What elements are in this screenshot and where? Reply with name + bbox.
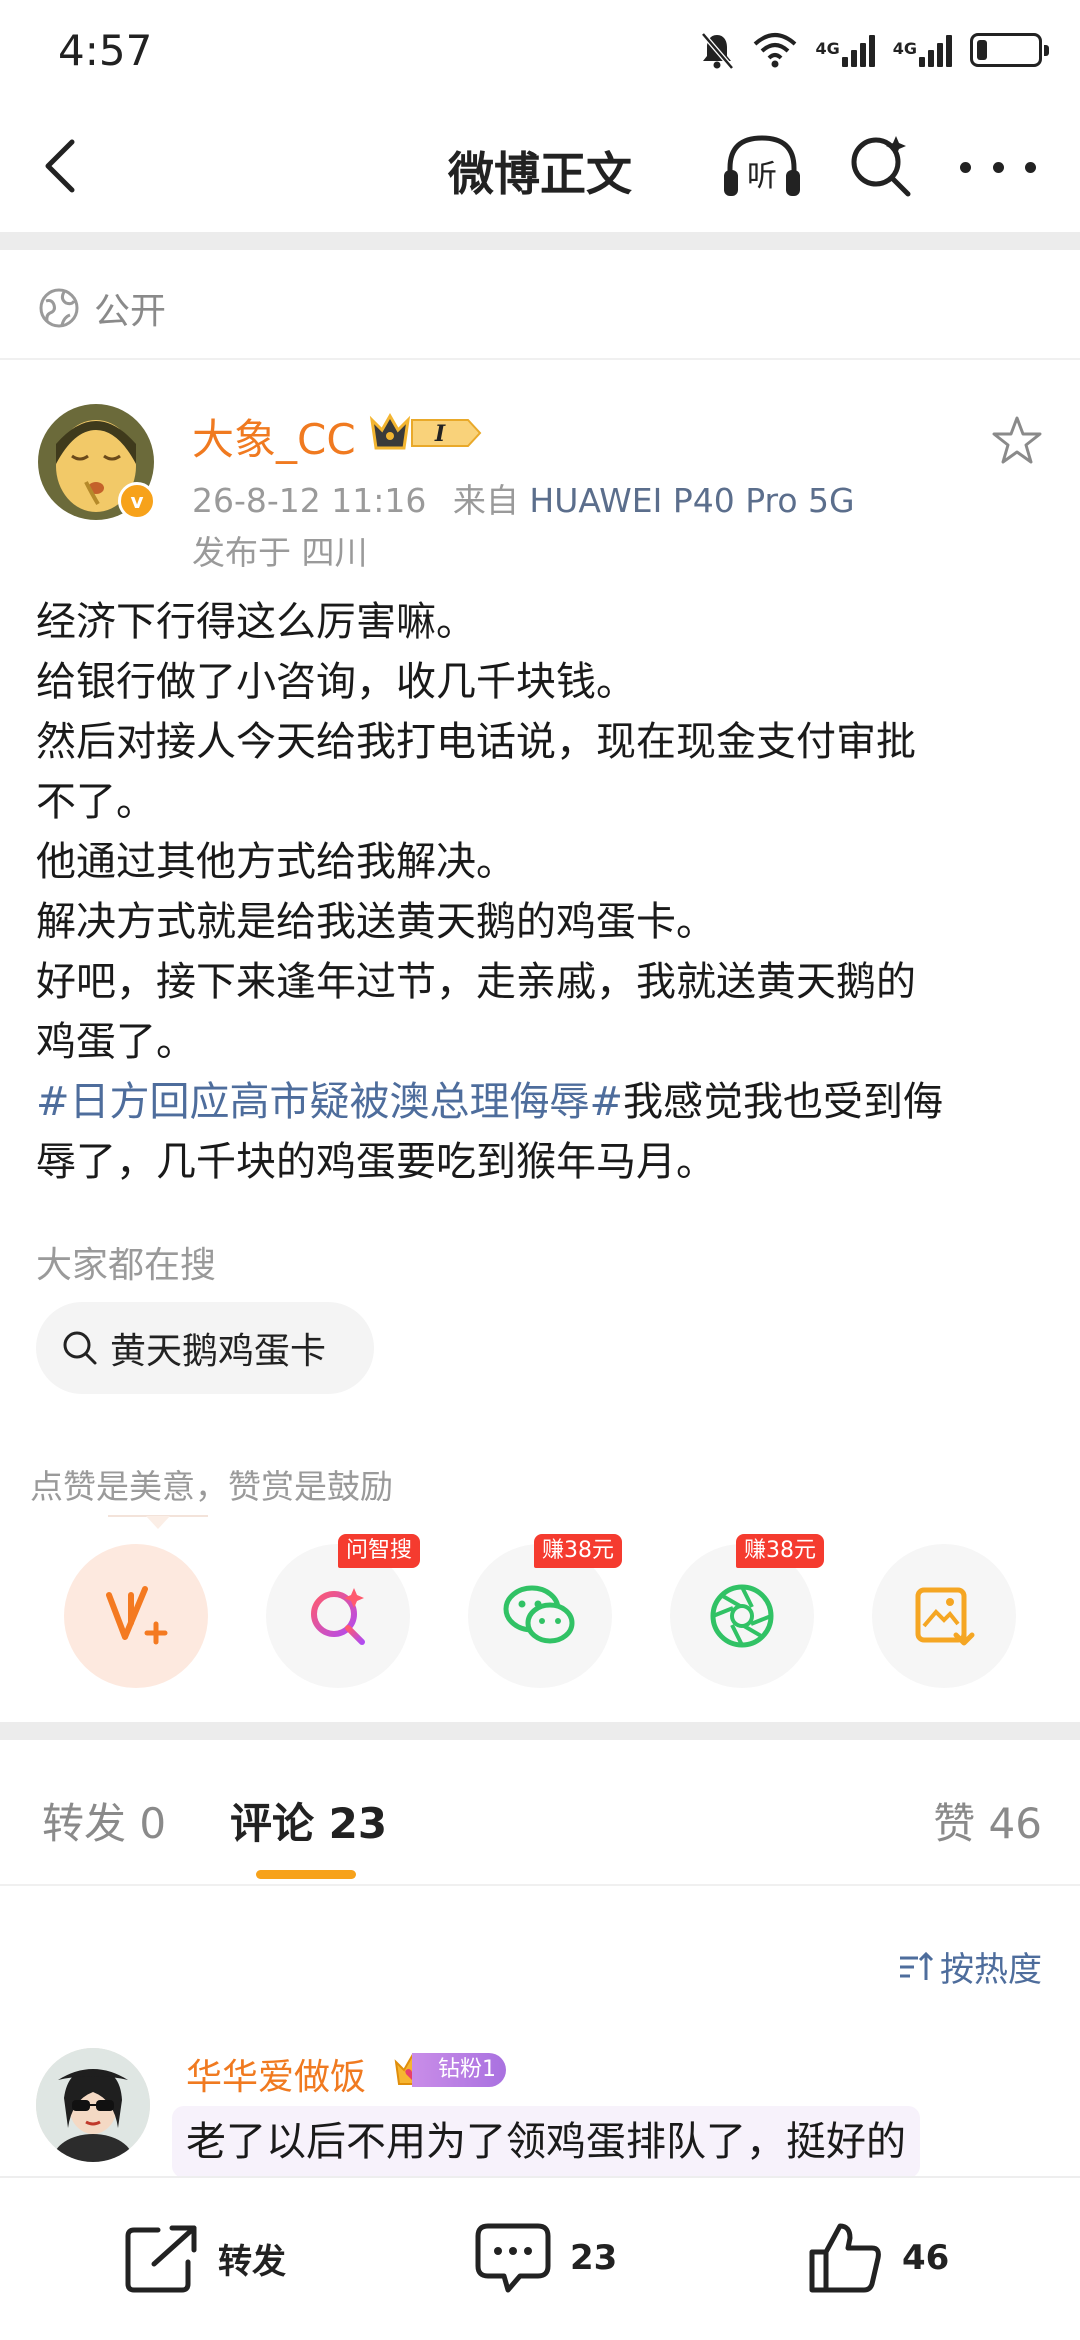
globe-icon <box>39 288 79 328</box>
wechat-reward-tag: 赚38元 <box>534 1534 622 1568</box>
divider <box>0 1722 1080 1740</box>
mute-icon <box>701 32 735 70</box>
post-line: 经济下行得这么厉害嘛。 <box>36 599 476 645</box>
commenter-name[interactable]: 华华爱做饭 <box>186 2048 366 2100</box>
ai-search-icon <box>311 1588 365 1645</box>
vip-level: I <box>434 421 446 447</box>
post-meta: 26-8-12 11:16 来自 HUAWEI P40 Pro 5G <box>192 474 855 522</box>
vip-crown-badge[interactable]: I <box>368 410 484 456</box>
post-text: 我感觉我也受到侮 <box>623 1079 944 1125</box>
share-arrow-icon <box>125 2225 197 2293</box>
reward-button[interactable] <box>64 1544 208 1688</box>
fan-badge[interactable]: 钻粉1 <box>392 2050 506 2090</box>
tab-likes[interactable]: 赞 46 <box>933 1790 1042 1851</box>
repost-label: 转发 <box>218 2241 286 2282</box>
thumbs-up-icon <box>809 2223 881 2293</box>
status-icons: 4G 4G <box>699 28 1049 72</box>
tab-reposts[interactable]: 转发 0 <box>42 1790 166 1851</box>
divider <box>0 358 1080 360</box>
trending-search-chip[interactable]: 黄天鹅鸡蛋卡 <box>36 1302 374 1394</box>
post-device[interactable]: HUAWEI P40 Pro 5G <box>529 481 854 520</box>
signal-2-icon: 4G <box>893 33 952 67</box>
search-icon <box>63 1331 97 1365</box>
wechat-icon <box>503 1585 575 1644</box>
active-tab-indicator <box>256 1870 356 1879</box>
post-line: 好吧，接下来逢年过节，走亲戚，我就送黄天鹅的 <box>36 959 916 1005</box>
author-name[interactable]: 大象_CC <box>192 406 356 467</box>
favorite-star-icon[interactable] <box>990 414 1044 468</box>
reward-v-plus-icon <box>106 1586 168 1645</box>
post-body: 经济下行得这么厉害嘛。 给银行做了小咨询，收几千块钱。 然后对接人今天给我打电话… <box>36 592 1046 1192</box>
comment-action[interactable]: 23 <box>474 2218 617 2298</box>
battery-icon <box>970 33 1049 67</box>
visibility-row: 公开 <box>38 268 166 348</box>
tab-comments[interactable]: 评论 23 <box>230 1790 387 1851</box>
ask-ai-search-button[interactable]: 问智搜 <box>266 1534 420 1688</box>
post-line: 辱了，几千块的鸡蛋要吃到猴年马月。 <box>36 1139 716 1185</box>
post-timestamp: 26-8-12 11:16 <box>192 481 427 520</box>
network-label-1: 4G <box>815 39 840 58</box>
fan-level-label: 钻粉1 <box>412 2053 506 2087</box>
hashtag-link[interactable]: #日方回应高市疑被澳总理侮辱# <box>36 1079 623 1125</box>
sort-label: 按热度 <box>940 1950 1042 1990</box>
sort-icon <box>900 1951 934 1980</box>
listen-label: 听 <box>747 159 777 194</box>
source-prefix: 来自 <box>452 481 519 520</box>
signal-1-icon: 4G <box>815 33 875 67</box>
visibility-label: 公开 <box>94 291 167 332</box>
network-label-2: 4G <box>892 39 917 58</box>
search-chip-label: 黄天鹅鸡蛋卡 <box>110 1331 327 1372</box>
reward-text: 点赞是美意，赞赏是鼓励 <box>30 1467 393 1506</box>
post-line: 然后对接人今天给我打电话说，现在现金支付审批 <box>36 719 916 765</box>
status-time: 4:57 <box>58 26 153 75</box>
search-icon[interactable] <box>846 132 914 200</box>
share-row: 问智搜 赚38元 赚38元 <box>0 1534 1080 1690</box>
tab-bar: 转发 0 评论 23 赞 46 <box>0 1754 1080 1884</box>
save-image-icon <box>915 1587 975 1646</box>
share-moments-button[interactable]: 赚38元 <box>670 1534 824 1688</box>
moments-aperture-icon <box>710 1584 774 1648</box>
page-title: 微博正文 <box>448 147 632 201</box>
wifi-icon <box>754 33 797 68</box>
headphones-icon: 听 <box>724 135 800 196</box>
post-line: 不了。 <box>36 779 156 825</box>
like-count: 46 <box>902 2238 950 2278</box>
post-location: 发布于 四川 <box>192 533 368 572</box>
comment-bubble-icon <box>475 2223 551 2293</box>
status-bar: 4:57 4G 4G <box>0 0 1080 100</box>
commenter-avatar[interactable] <box>36 2048 150 2162</box>
comment-text: 老了以后不用为了领鸡蛋排队了，挺好的 <box>172 2106 920 2178</box>
tooltip-pointer <box>108 1515 208 1529</box>
divider <box>0 1884 1080 1886</box>
repost-action[interactable]: 转发 <box>124 2218 286 2298</box>
more-options-icon[interactable] <box>960 142 1036 192</box>
save-image-button[interactable] <box>872 1544 1016 1688</box>
nav-bar: 微博正文 听 <box>0 100 1080 232</box>
post-line-with-hashtag: #日方回应高市疑被澳总理侮辱#我感觉我也受到侮 <box>36 1072 1046 1132</box>
post-line: 鸡蛋了。 <box>36 1019 196 1065</box>
comment-count: 23 <box>570 2238 618 2278</box>
moments-reward-tag: 赚38元 <box>736 1534 824 1568</box>
sort-by-heat-button[interactable]: 按热度 <box>898 1942 1042 1991</box>
ask-ai-tag: 问智搜 <box>337 1534 420 1568</box>
post-line: 解决方式就是给我送黄天鹅的鸡蛋卡。 <box>36 899 716 945</box>
verified-badge: v <box>118 482 156 520</box>
post-line: 给银行做了小咨询，收几千块钱。 <box>36 659 636 705</box>
bottom-action-bar: 转发 23 46 <box>0 2176 1080 2340</box>
like-action[interactable]: 46 <box>808 2218 949 2298</box>
trending-label: 大家都在搜 <box>36 1245 217 1286</box>
divider <box>0 232 1080 250</box>
share-wechat-button[interactable]: 赚38元 <box>468 1534 622 1688</box>
post-line: 他通过其他方式给我解决。 <box>36 839 516 885</box>
listen-button[interactable]: 听 <box>720 130 804 202</box>
